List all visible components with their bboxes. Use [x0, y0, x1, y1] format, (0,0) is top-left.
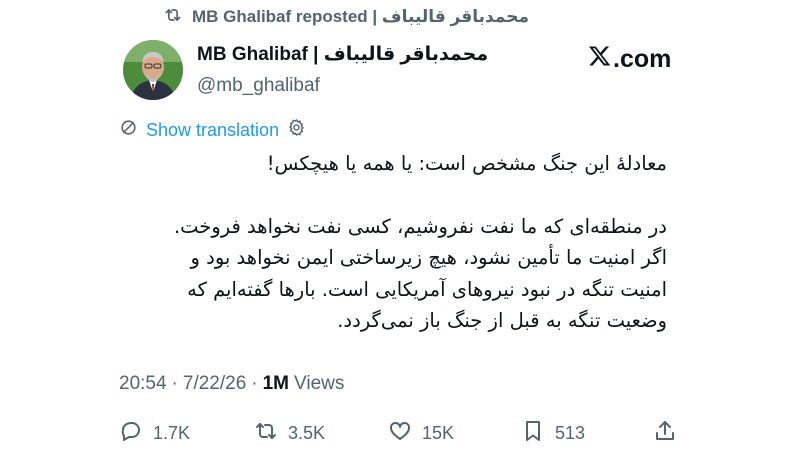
like-count: 15K	[422, 423, 455, 443]
x-brand: .com	[588, 44, 671, 75]
views-label: Views	[294, 373, 345, 394]
bookmark-icon	[521, 419, 545, 448]
gear-icon[interactable]	[287, 118, 306, 142]
share-icon	[653, 419, 677, 448]
x-brand-label: .com	[613, 45, 672, 73]
views-count: 1M	[262, 373, 290, 394]
tweet-line: در منطقه‌ای که ما نفت نفروشیم، کسی نفت ن…	[173, 214, 667, 238]
tweet-line: وضعیت تنگه به قبل از جنگ باز نمی‌گردد.	[337, 309, 667, 332]
repost-label: MB Ghalibaf reposted | محمدباقر قالیباف	[192, 7, 529, 26]
author-name[interactable]: MB Ghalibaf | محمدباقر قالیباف	[197, 43, 488, 66]
like-button[interactable]: 15K	[388, 419, 454, 448]
meta-separator: ·	[251, 373, 258, 394]
repost-header[interactable]: MB Ghalibaf reposted | محمدباقر قالیباف	[163, 6, 529, 28]
tweet-line: امنیت تنگه در نبود نیروهای آمریکایی است.…	[187, 277, 667, 301]
show-translation-label: Show translation	[146, 119, 280, 140]
action-bar: 1.7K 3.5K 15K 513	[119, 419, 679, 447]
meta-separator: ·	[171, 373, 178, 394]
repost-icon	[163, 5, 183, 30]
repost-button[interactable]: 3.5K	[254, 419, 325, 448]
share-button[interactable]	[653, 419, 677, 448]
repost-icon	[254, 419, 278, 448]
translate-icon	[119, 118, 138, 142]
bookmark-count: 513	[555, 423, 586, 443]
tweet-time[interactable]: 20:54	[119, 373, 167, 395]
repost-count: 3.5K	[288, 423, 326, 443]
tweet-date[interactable]: 7/22/26	[183, 373, 246, 395]
reply-count: 1.7K	[153, 423, 191, 443]
tweet-text: معادلهٔ این جنگ مشخص است: یا همه یا هیچک…	[107, 148, 667, 337]
avatar[interactable]	[123, 40, 183, 100]
author-handle[interactable]: @mb_ghalibaf	[197, 75, 320, 97]
x-logo-icon	[588, 44, 613, 75]
bookmark-button[interactable]: 513	[521, 419, 585, 448]
reply-button[interactable]: 1.7K	[119, 419, 190, 448]
reply-icon	[119, 419, 143, 448]
tweet-line: معادلهٔ این جنگ مشخص است: یا همه یا هیچک…	[266, 152, 667, 175]
heart-icon	[388, 419, 412, 448]
tweet-line: اگر امنیت ما تأمین نشود، هیچ زیرساختی ای…	[190, 246, 667, 269]
show-translation[interactable]: Show translation	[119, 118, 306, 142]
tweet-meta: 20:54 · 7/22/26 · 1M Views	[119, 373, 344, 395]
